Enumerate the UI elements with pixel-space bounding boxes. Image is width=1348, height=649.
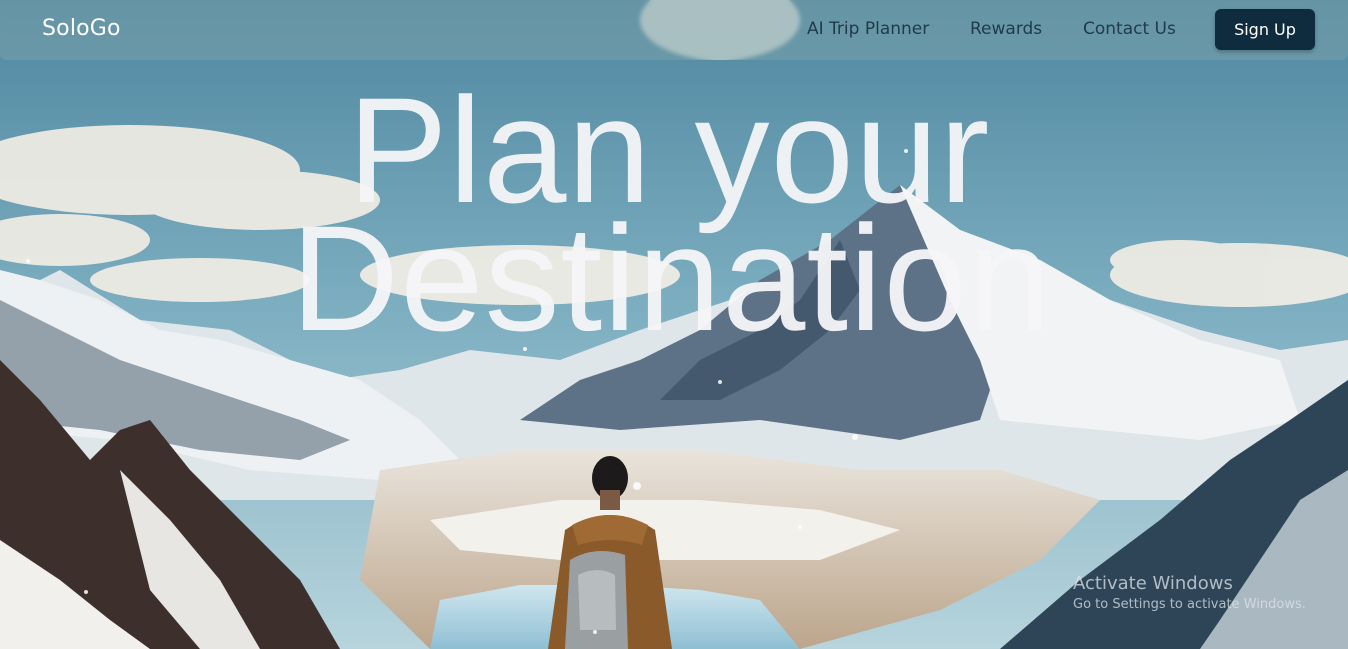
- brand-logo[interactable]: SoloGo: [42, 16, 121, 41]
- watermark-subtitle: Go to Settings to activate Windows.: [1073, 597, 1306, 612]
- nav-link-contact-us[interactable]: Contact Us: [1083, 19, 1176, 39]
- hero-headline-line2: Destination: [290, 194, 1053, 362]
- activate-windows-watermark: Activate Windows Go to Settings to activ…: [1073, 573, 1306, 612]
- hero-headline: Plan your Destination: [0, 75, 1348, 362]
- top-navbar: SoloGo AI Trip Planner Rewards Contact U…: [0, 0, 1348, 60]
- nav-link-ai-trip-planner[interactable]: AI Trip Planner: [807, 19, 929, 39]
- watermark-title: Activate Windows: [1073, 573, 1233, 594]
- nav-link-rewards[interactable]: Rewards: [970, 19, 1042, 39]
- sign-up-button[interactable]: Sign Up: [1215, 9, 1315, 50]
